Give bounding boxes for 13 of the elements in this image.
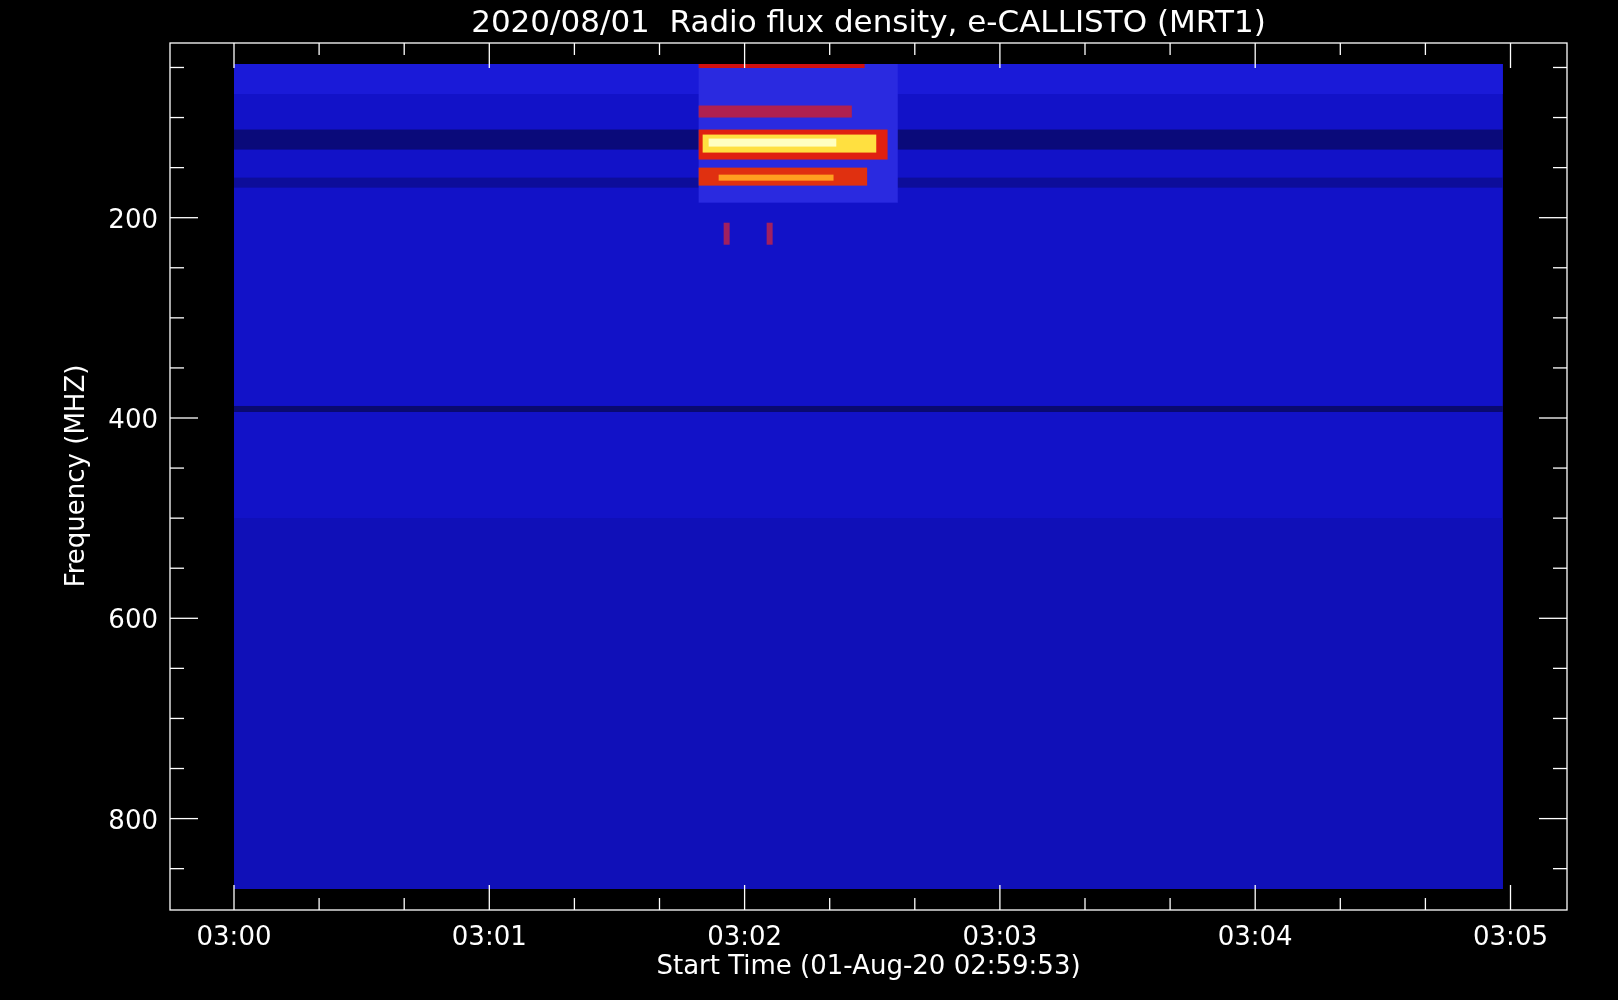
tick-label: 200 <box>108 203 158 234</box>
tick-label: 03:00 <box>196 921 272 951</box>
tick-label: 800 <box>108 804 158 835</box>
chart-title: 2020/08/01 Radio flux density, e-CALLISTO (MRT1) <box>471 3 1266 39</box>
tick-label: 03:01 <box>451 921 527 951</box>
axis-title: Start Time (01-Aug-20 02:59:53) <box>656 950 1081 980</box>
tick-label: 03:03 <box>962 921 1038 951</box>
tick-label: 03:04 <box>1217 921 1293 951</box>
tick-label: 400 <box>108 404 158 434</box>
axis-title: Frequency (MHZ) <box>60 364 90 588</box>
tick-label: 03:02 <box>707 921 783 951</box>
tick-label: 03:05 <box>1473 921 1548 951</box>
tick-label: 600 <box>108 604 158 635</box>
